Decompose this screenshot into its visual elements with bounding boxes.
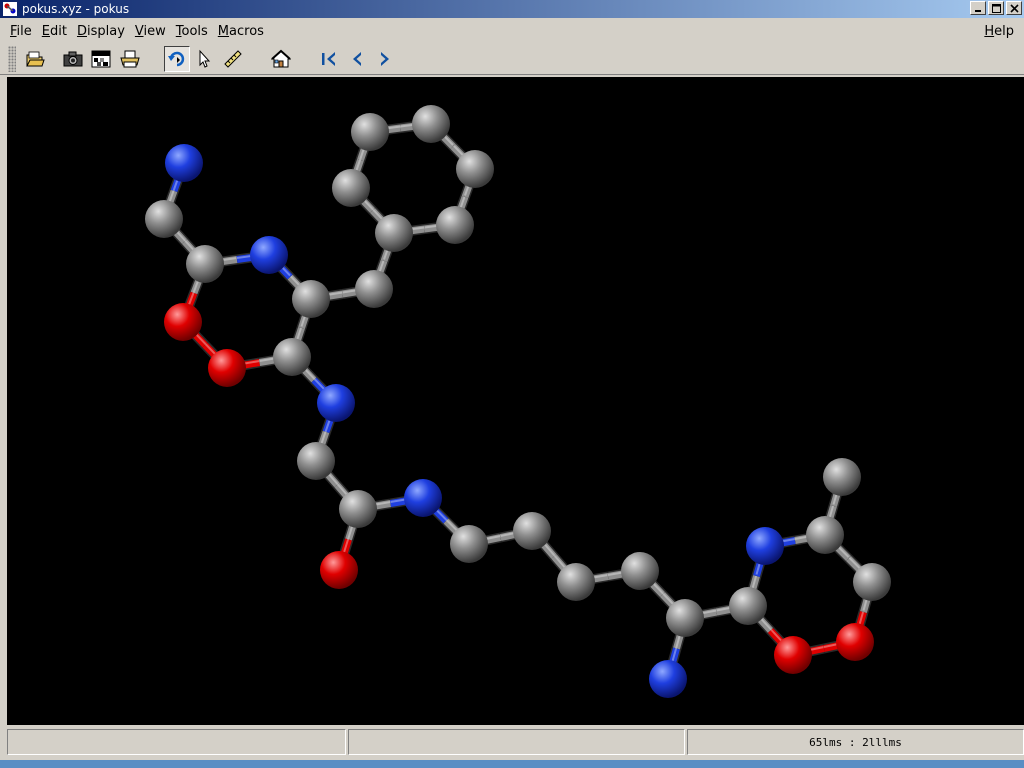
carbon-atom[interactable]	[729, 587, 767, 625]
minimize-button[interactable]	[970, 1, 986, 15]
carbon-atom[interactable]	[450, 525, 488, 563]
menu-tools[interactable]: Tools	[171, 24, 213, 39]
snapshot-button[interactable]	[60, 46, 86, 72]
menu-macros[interactable]: Macros	[213, 24, 269, 39]
pick-button[interactable]	[192, 46, 218, 72]
carbon-atom[interactable]	[186, 245, 224, 283]
export-image-icon	[91, 50, 111, 68]
maximize-button[interactable]	[988, 1, 1004, 15]
window-title: pokus.xyz - pokus	[22, 2, 130, 16]
carbon-atom[interactable]	[412, 105, 450, 143]
carbon-atom[interactable]	[621, 552, 659, 590]
status-bar: 65lms : 2lllms	[0, 726, 1024, 758]
toolbar	[0, 42, 1024, 75]
taskbar-strip	[0, 760, 1024, 768]
ruler-icon	[224, 50, 242, 68]
measure-button[interactable]	[220, 46, 246, 72]
camera-icon	[63, 51, 83, 67]
open-folder-icon	[26, 51, 45, 67]
nitrogen-atom[interactable]	[746, 527, 784, 565]
carbon-atom[interactable]	[292, 280, 330, 318]
previous-frame-icon	[353, 52, 361, 66]
carbon-atom[interactable]	[339, 490, 377, 528]
carbon-atom[interactable]	[297, 442, 335, 480]
menu-view[interactable]: View	[130, 24, 171, 39]
close-icon	[1009, 3, 1019, 13]
carbon-atom[interactable]	[823, 458, 861, 496]
carbon-atom[interactable]	[853, 563, 891, 601]
next-frame-button[interactable]	[372, 46, 398, 72]
carbon-atom[interactable]	[332, 169, 370, 207]
home-icon	[271, 49, 291, 68]
home-button[interactable]	[268, 46, 294, 72]
carbon-atom[interactable]	[456, 150, 494, 188]
carbon-atom[interactable]	[557, 563, 595, 601]
open-button[interactable]	[22, 46, 48, 72]
oxygen-atom[interactable]	[774, 636, 812, 674]
oxygen-atom[interactable]	[164, 303, 202, 341]
export-image-button[interactable]	[88, 46, 114, 72]
status-cell-left	[7, 729, 346, 755]
first-frame-button[interactable]	[316, 46, 342, 72]
title-bar: pokus.xyz - pokus	[0, 0, 1024, 18]
carbon-atom[interactable]	[273, 338, 311, 376]
nitrogen-atom[interactable]	[250, 236, 288, 274]
molecule-viewer[interactable]	[7, 77, 1024, 725]
nitrogen-atom[interactable]	[649, 660, 687, 698]
carbon-atom[interactable]	[806, 516, 844, 554]
carbon-atom[interactable]	[351, 113, 389, 151]
menu-file[interactable]: File	[5, 24, 37, 39]
nitrogen-atom[interactable]	[317, 384, 355, 422]
print-icon	[120, 50, 140, 68]
minimize-icon	[975, 10, 981, 12]
nitrogen-atom[interactable]	[165, 144, 203, 182]
oxygen-atom[interactable]	[320, 551, 358, 589]
carbon-atom[interactable]	[375, 214, 413, 252]
previous-frame-button[interactable]	[344, 46, 370, 72]
menu-display[interactable]: Display	[72, 24, 130, 39]
close-button[interactable]	[1006, 1, 1022, 15]
menu-bar: File Edit Display View Tools Macros Help	[0, 20, 1024, 42]
oxygen-atom[interactable]	[836, 623, 874, 661]
carbon-atom[interactable]	[145, 200, 183, 238]
carbon-atom[interactable]	[436, 206, 474, 244]
rotate-button[interactable]	[164, 46, 190, 72]
menu-edit[interactable]: Edit	[37, 24, 72, 39]
maximize-icon	[991, 3, 1001, 13]
pick-arrow-icon	[199, 49, 211, 68]
carbon-atom[interactable]	[513, 512, 551, 550]
oxygen-atom[interactable]	[208, 349, 246, 387]
status-cell-timing: 65lms : 2lllms	[687, 729, 1024, 755]
jmol-molecule-icon[interactable]	[2, 1, 18, 17]
toolbar-grip[interactable]	[8, 46, 16, 72]
print-button[interactable]	[117, 46, 143, 72]
carbon-atom[interactable]	[666, 599, 704, 637]
carbon-atom[interactable]	[355, 270, 393, 308]
menu-help[interactable]: Help	[979, 24, 1019, 39]
rotate-icon	[168, 51, 185, 67]
nitrogen-atom[interactable]	[404, 479, 442, 517]
next-frame-icon	[381, 52, 389, 66]
status-cell-middle	[348, 729, 685, 755]
first-frame-icon	[322, 52, 335, 66]
